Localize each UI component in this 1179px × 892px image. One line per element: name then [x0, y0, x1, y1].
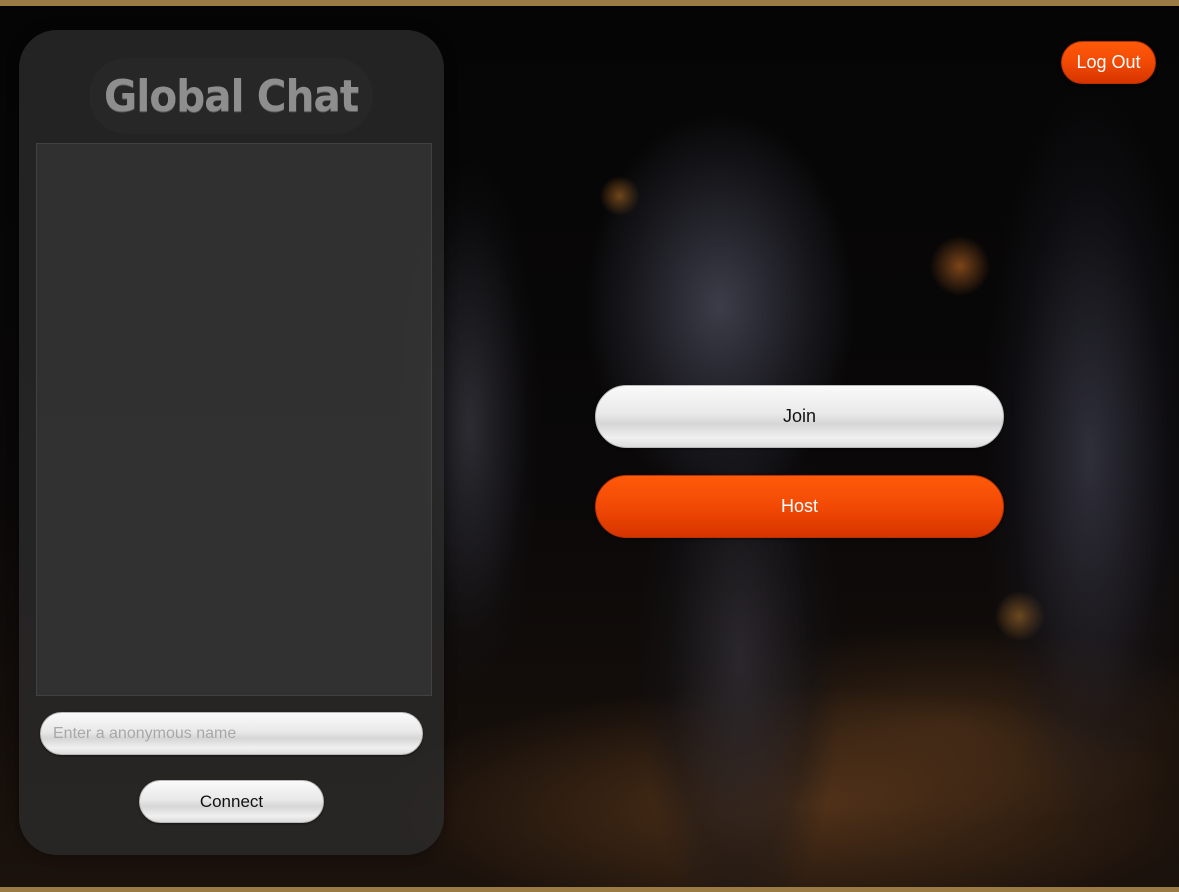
logout-button[interactable]: Log Out [1061, 41, 1156, 84]
join-button-label: Join [782, 406, 817, 426]
connect-button[interactable]: Connect [139, 780, 324, 823]
anonymous-name-input[interactable] [40, 712, 423, 755]
app-window: Global Chat Connect Join Host Log Out [0, 0, 1179, 892]
chat-title: Global Chat [103, 70, 359, 122]
join-button[interactable]: Join [595, 385, 1004, 448]
global-chat-panel: Global Chat Connect [19, 30, 444, 855]
chat-title-badge: Global Chat [89, 58, 373, 134]
logout-button-label: Log Out [1076, 52, 1141, 72]
chat-messages-area[interactable] [36, 143, 432, 696]
host-button-label: Host [780, 496, 818, 516]
host-button[interactable]: Host [595, 475, 1004, 538]
connect-button-label: Connect [199, 791, 264, 811]
